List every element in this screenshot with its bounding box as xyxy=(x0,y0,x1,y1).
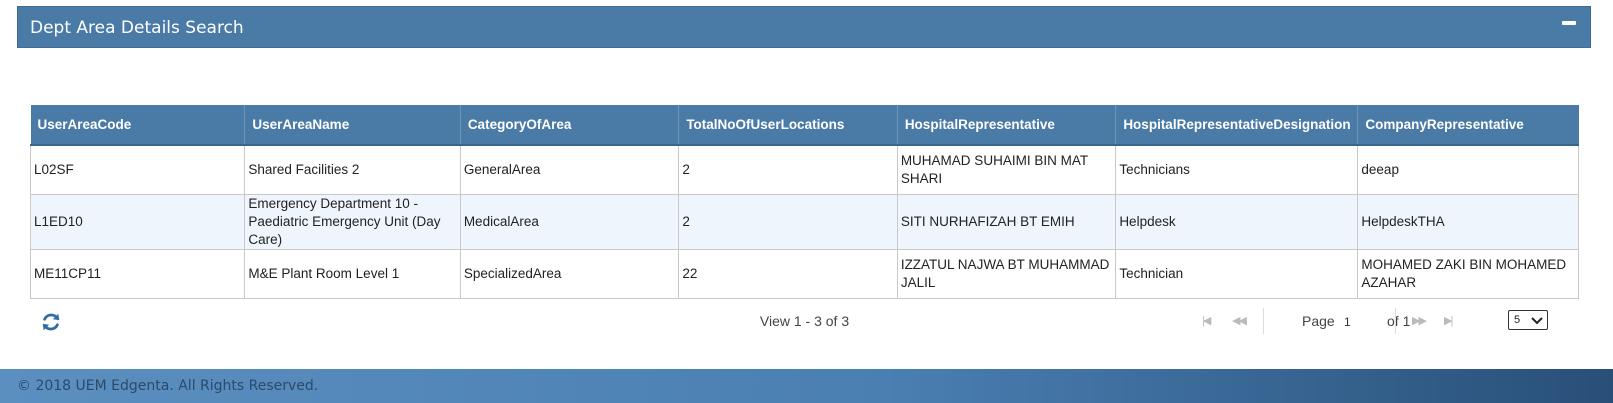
table-header-row: UserAreaCode UserAreaName CategoryOfArea… xyxy=(30,105,1579,146)
panel-header: Dept Area Details Search xyxy=(17,6,1591,48)
footer: © 2018 UEM Edgenta. All Rights Reserved. xyxy=(0,369,1613,403)
column-header-user-area-code[interactable]: UserAreaCode xyxy=(30,105,246,146)
table-cell: L1ED10 xyxy=(29,193,246,250)
table-cell: ME11CP11 xyxy=(29,248,246,299)
table-cell: SITI NURHAFIZAH BT EMIH xyxy=(896,193,1117,250)
table-cell: 22 xyxy=(678,248,898,299)
column-header-total-locations[interactable]: TotalNoOfUserLocations xyxy=(678,105,898,146)
results-table: UserAreaCode UserAreaName CategoryOfArea… xyxy=(29,105,1579,299)
table-cell: Technicians xyxy=(1115,144,1359,195)
table-cell: IZZATUL NAJWA BT MUHAMMAD JALIL xyxy=(896,248,1117,299)
collapse-button[interactable] xyxy=(1562,17,1578,31)
refresh-icon[interactable] xyxy=(40,311,62,333)
table-cell: L02SF xyxy=(29,144,246,195)
table-row[interactable]: L02SF Shared Facilities 2 GeneralArea 2 … xyxy=(29,144,1579,195)
rows-per-page-select[interactable]: 5 xyxy=(1508,310,1548,330)
table-cell: GeneralArea xyxy=(459,144,680,195)
copyright-text: © 2018 UEM Edgenta. All Rights Reserved. xyxy=(17,378,319,394)
table-cell: Helpdesk xyxy=(1115,193,1359,250)
table-cell: Shared Facilities 2 xyxy=(244,144,461,195)
column-header-category-of-area[interactable]: CategoryOfArea xyxy=(460,105,680,146)
table-cell: MedicalArea xyxy=(459,193,680,250)
page-label: Page xyxy=(1302,313,1335,329)
column-header-company-representative[interactable]: CompanyRepresentative xyxy=(1357,105,1579,146)
column-header-hospital-representative[interactable]: HospitalRepresentative xyxy=(897,105,1117,146)
last-page-icon[interactable]: ▶| xyxy=(1444,314,1453,327)
page-number-input[interactable] xyxy=(1342,312,1382,332)
total-pages-text: of 1 xyxy=(1387,313,1411,329)
panel-title: Dept Area Details Search xyxy=(30,18,244,38)
table-cell: 2 xyxy=(678,144,898,195)
table-cell: HelpdeskTHA xyxy=(1357,193,1579,250)
table-row[interactable]: ME11CP11 M&E Plant Room Level 1 Speciali… xyxy=(29,248,1579,299)
table-cell: 2 xyxy=(678,193,898,250)
minus-icon xyxy=(1562,21,1576,25)
divider xyxy=(1263,308,1264,334)
table-cell: Emergency Department 10 - Paediatric Eme… xyxy=(244,193,461,250)
table-cell: M&E Plant Room Level 1 xyxy=(244,248,461,299)
chevron-down-icon xyxy=(1531,317,1543,325)
rows-per-page-value: 5 xyxy=(1514,314,1521,326)
table-cell: SpecializedArea xyxy=(459,248,680,299)
column-header-user-area-name[interactable]: UserAreaName xyxy=(244,105,461,146)
prev-page-icon[interactable]: ◀◀ xyxy=(1232,314,1247,327)
divider xyxy=(1395,308,1396,334)
table-row[interactable]: L1ED10 Emergency Department 10 - Paediat… xyxy=(29,193,1579,250)
next-page-icon[interactable]: ▶▶ xyxy=(1412,314,1427,327)
first-page-icon[interactable]: |◀ xyxy=(1202,314,1211,327)
table-cell: deeap xyxy=(1357,144,1579,195)
table-cell: Technician xyxy=(1115,248,1359,299)
table-cell: MOHAMED ZAKI BIN MOHAMED AZAHAR xyxy=(1357,248,1579,299)
pager: View 1 - 3 of 3 |◀ ◀◀ Page of 1 ▶▶ ▶| 5 xyxy=(30,305,1579,335)
column-header-hospital-rep-designation[interactable]: HospitalRepresentativeDesignation xyxy=(1115,105,1359,146)
table-cell: MUHAMAD SUHAIMI BIN MAT SHARI xyxy=(896,144,1117,195)
